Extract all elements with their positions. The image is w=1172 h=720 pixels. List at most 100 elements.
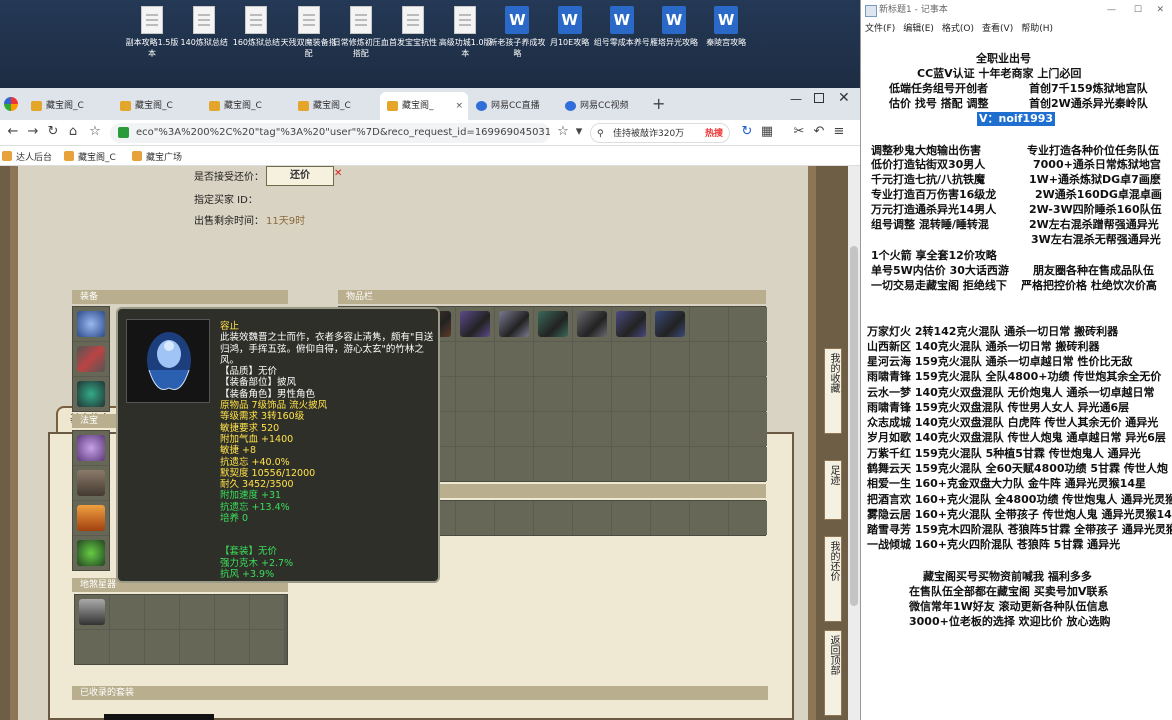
back-icon[interactable]: ← xyxy=(4,123,22,141)
desktop-icon[interactable]: W 秦陵宫攻略 xyxy=(698,6,754,48)
inventory-slot[interactable] xyxy=(456,307,494,341)
inventory-slot[interactable] xyxy=(534,307,572,341)
home-icon[interactable]: ⌂ xyxy=(64,123,82,141)
beast-star-slot[interactable] xyxy=(250,630,284,664)
inventory-slot[interactable] xyxy=(690,377,728,411)
browser-tab[interactable]: 藏宝阁_C xyxy=(291,92,379,120)
inventory-slot[interactable] xyxy=(651,412,689,446)
inventory-slot[interactable] xyxy=(534,412,572,446)
browser-tab[interactable]: 藏宝阁_C xyxy=(24,92,112,120)
inventory-slot[interactable] xyxy=(534,342,572,376)
new-tab-button[interactable]: + xyxy=(652,94,665,113)
inventory-slot[interactable] xyxy=(612,501,650,535)
beast-star-slot[interactable] xyxy=(180,630,214,664)
url-input[interactable]: eco"%3A%200%2C%20"tag"%3A%20"user"%7D&re… xyxy=(110,123,550,143)
inventory-slot[interactable] xyxy=(495,377,533,411)
back-to-top-button[interactable]: 返回顶部 xyxy=(824,630,842,716)
cut-icon[interactable]: ✂ xyxy=(790,123,808,141)
beast-star-slot[interactable] xyxy=(250,595,284,629)
desktop-icon[interactable]: 副本攻略1.5版本 xyxy=(124,6,180,59)
equip-slot[interactable] xyxy=(73,307,109,341)
beast-star-slot[interactable] xyxy=(75,630,109,664)
inventory-slot[interactable] xyxy=(573,501,611,535)
inventory-slot[interactable] xyxy=(495,342,533,376)
desktop-icon[interactable]: 日常修炼初压血搭配 xyxy=(333,6,389,59)
treasure-slot[interactable] xyxy=(73,536,109,570)
inventory-slot[interactable] xyxy=(534,447,572,481)
inventory-slot[interactable] xyxy=(690,412,728,446)
window-close-button[interactable]: ✕ xyxy=(838,90,850,106)
desktop-icon[interactable]: 首发宝宝抗性 xyxy=(385,6,441,48)
menu-icon[interactable]: ≡ xyxy=(830,123,848,141)
inventory-slot[interactable] xyxy=(495,501,533,535)
inventory-slot[interactable] xyxy=(651,501,689,535)
beast-star-slot[interactable] xyxy=(215,595,249,629)
my-favorites-button[interactable]: 我的收藏 xyxy=(824,348,842,434)
inventory-slot[interactable] xyxy=(651,447,689,481)
close-icon[interactable]: ✕ xyxy=(1156,0,1164,20)
inventory-slot[interactable] xyxy=(651,377,689,411)
desktop-icon[interactable]: 天残双魔装备搭配 xyxy=(281,6,337,59)
notepad-menu-item[interactable]: 文件(F) xyxy=(865,24,895,34)
notepad-menu-item[interactable]: 编辑(E) xyxy=(903,24,934,34)
undo-icon[interactable]: ↶ xyxy=(810,123,828,141)
inventory-slot[interactable] xyxy=(534,377,572,411)
inventory-slot[interactable] xyxy=(534,501,572,535)
notepad-text[interactable]: 全职业出号 CC蓝V认证 十年老商家 上门必回 低端任务组号开创者 首创7千159炼狱… xyxy=(861,38,1172,720)
my-bargain-button[interactable]: 我的还价 xyxy=(824,536,842,622)
beast-star-slot[interactable] xyxy=(145,595,179,629)
treasure-slot[interactable] xyxy=(73,431,109,465)
inventory-slot[interactable] xyxy=(729,377,767,411)
inventory-slot[interactable] xyxy=(612,447,650,481)
bookmark-item[interactable]: 藏宝阁_C xyxy=(64,150,116,163)
star-icon[interactable]: ☆ xyxy=(86,123,104,141)
browser-tab[interactable]: 藏宝阁_C xyxy=(113,92,201,120)
page-scrollbar-thumb[interactable] xyxy=(850,246,858,606)
search-input[interactable]: ⚲ 佳持被敲诈320万 热搜 xyxy=(590,123,730,143)
desktop-icon[interactable]: W 组号零成本养号 xyxy=(594,6,650,48)
inventory-slot[interactable] xyxy=(729,447,767,481)
beast-star-slot[interactable] xyxy=(180,595,214,629)
browser-logo-icon[interactable] xyxy=(4,97,18,111)
inventory-slot[interactable] xyxy=(612,412,650,446)
inventory-slot[interactable] xyxy=(690,447,728,481)
beast-star-slot[interactable] xyxy=(145,630,179,664)
inventory-slot[interactable] xyxy=(456,377,494,411)
sync-icon[interactable]: ↻ xyxy=(738,123,756,141)
bookmark-item[interactable]: 达人后台 xyxy=(2,150,52,163)
forward-icon[interactable]: → xyxy=(24,123,42,141)
notepad-menu-item[interactable]: 查看(V) xyxy=(982,24,1013,34)
window-maximize-button[interactable] xyxy=(814,93,824,103)
browser-tab[interactable]: 藏宝阁_ × xyxy=(380,92,468,120)
inventory-slot[interactable] xyxy=(573,412,611,446)
inventory-slot[interactable] xyxy=(729,412,767,446)
equip-slot[interactable] xyxy=(73,377,109,411)
browser-tab[interactable]: 网易CC视频 xyxy=(558,92,646,120)
inventory-slot[interactable] xyxy=(495,412,533,446)
desktop-icon[interactable]: W 月10E攻略 xyxy=(542,6,598,48)
inventory-slot[interactable] xyxy=(612,377,650,411)
notepad-menu-item[interactable]: 帮助(H) xyxy=(1021,24,1053,34)
footprint-button[interactable]: 足迹 xyxy=(824,460,842,520)
minimize-icon[interactable]: — xyxy=(1107,0,1116,20)
qrcode-icon[interactable]: ▦ xyxy=(758,123,776,141)
treasure-slot[interactable] xyxy=(73,466,109,500)
inventory-slot[interactable] xyxy=(495,447,533,481)
tab-close-icon[interactable]: × xyxy=(455,92,463,120)
window-minimize-button[interactable]: — xyxy=(790,92,802,106)
desktop-icon[interactable]: W 雁塔异光攻略 xyxy=(646,6,702,48)
inventory-slot[interactable] xyxy=(573,307,611,341)
notepad-menu-item[interactable]: 格式(O) xyxy=(942,24,974,34)
inventory-slot[interactable] xyxy=(456,412,494,446)
inventory-slot[interactable] xyxy=(690,501,728,535)
inventory-slot[interactable] xyxy=(573,342,611,376)
inventory-slot[interactable] xyxy=(729,307,767,341)
bargain-button[interactable]: 还价 xyxy=(266,166,334,186)
inventory-slot[interactable] xyxy=(495,307,533,341)
desktop-icon[interactable]: W 新老孩子养成攻略 xyxy=(489,6,545,59)
treasure-slot[interactable] xyxy=(73,501,109,535)
desktop-icon[interactable]: 160炼狱总结 xyxy=(228,6,284,48)
inventory-slot[interactable] xyxy=(456,501,494,535)
beast-star-slot[interactable] xyxy=(75,595,109,629)
inventory-slot[interactable] xyxy=(729,342,767,376)
